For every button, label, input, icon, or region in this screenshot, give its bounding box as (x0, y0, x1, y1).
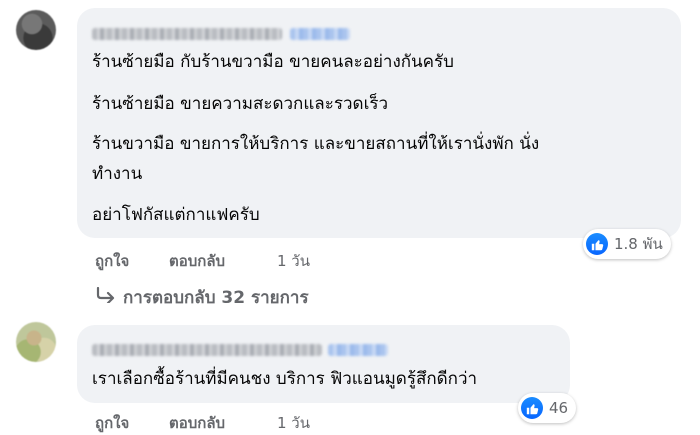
reaction-summary[interactable]: 46 (518, 393, 577, 423)
comment-text-line: เราเลือกซื้อร้านที่มีคนชง บริการ ฟิวแอนม… (92, 369, 478, 389)
timestamp[interactable]: 1 วัน (277, 411, 310, 435)
comment-text-line: ทำงาน (92, 164, 143, 184)
author-badge-blurred (290, 28, 350, 40)
reaction-count: 46 (549, 399, 569, 417)
comment-bubble (77, 325, 570, 403)
reaction-summary[interactable]: 1.8 พัน (583, 229, 671, 259)
comment-text-line: อย่าโฟกัสแต่กาแฟครับ (92, 205, 260, 225)
reply-button[interactable]: ตอบกลับ (169, 249, 225, 273)
avatar[interactable] (16, 322, 56, 362)
author-name-blurred[interactable] (92, 28, 282, 40)
author-badge-blurred (328, 344, 388, 356)
comment-text-line: ร้านขวามือ ขายการให้บริการ และขายสถานที่… (92, 134, 540, 154)
comment-text-line: ร้านซ้ายมือ กับร้านขวามือ ขายคนละอย่างกั… (92, 52, 454, 72)
reply-button[interactable]: ตอบกลับ (169, 411, 225, 435)
avatar[interactable] (16, 10, 56, 50)
replies-label: การตอบกลับ 32 รายการ (123, 288, 309, 308)
comment-text-line: ร้านซ้ายมือ ขายความสะดวกและรวดเร็ว (92, 94, 389, 114)
like-button[interactable]: ถูกใจ (95, 249, 129, 273)
view-replies-link[interactable]: การตอบกลับ 32 รายการ (95, 284, 309, 311)
like-icon (521, 397, 543, 419)
like-button[interactable]: ถูกใจ (95, 411, 129, 435)
reaction-count: 1.8 พัน (614, 235, 663, 253)
author-name-blurred[interactable] (92, 344, 322, 356)
timestamp[interactable]: 1 วัน (277, 249, 310, 273)
reply-arrow-icon (95, 286, 115, 308)
like-icon (586, 233, 608, 255)
comment-thread: ร้านซ้ายมือ กับร้านขวามือ ขายคนละอย่างกั… (0, 0, 700, 435)
